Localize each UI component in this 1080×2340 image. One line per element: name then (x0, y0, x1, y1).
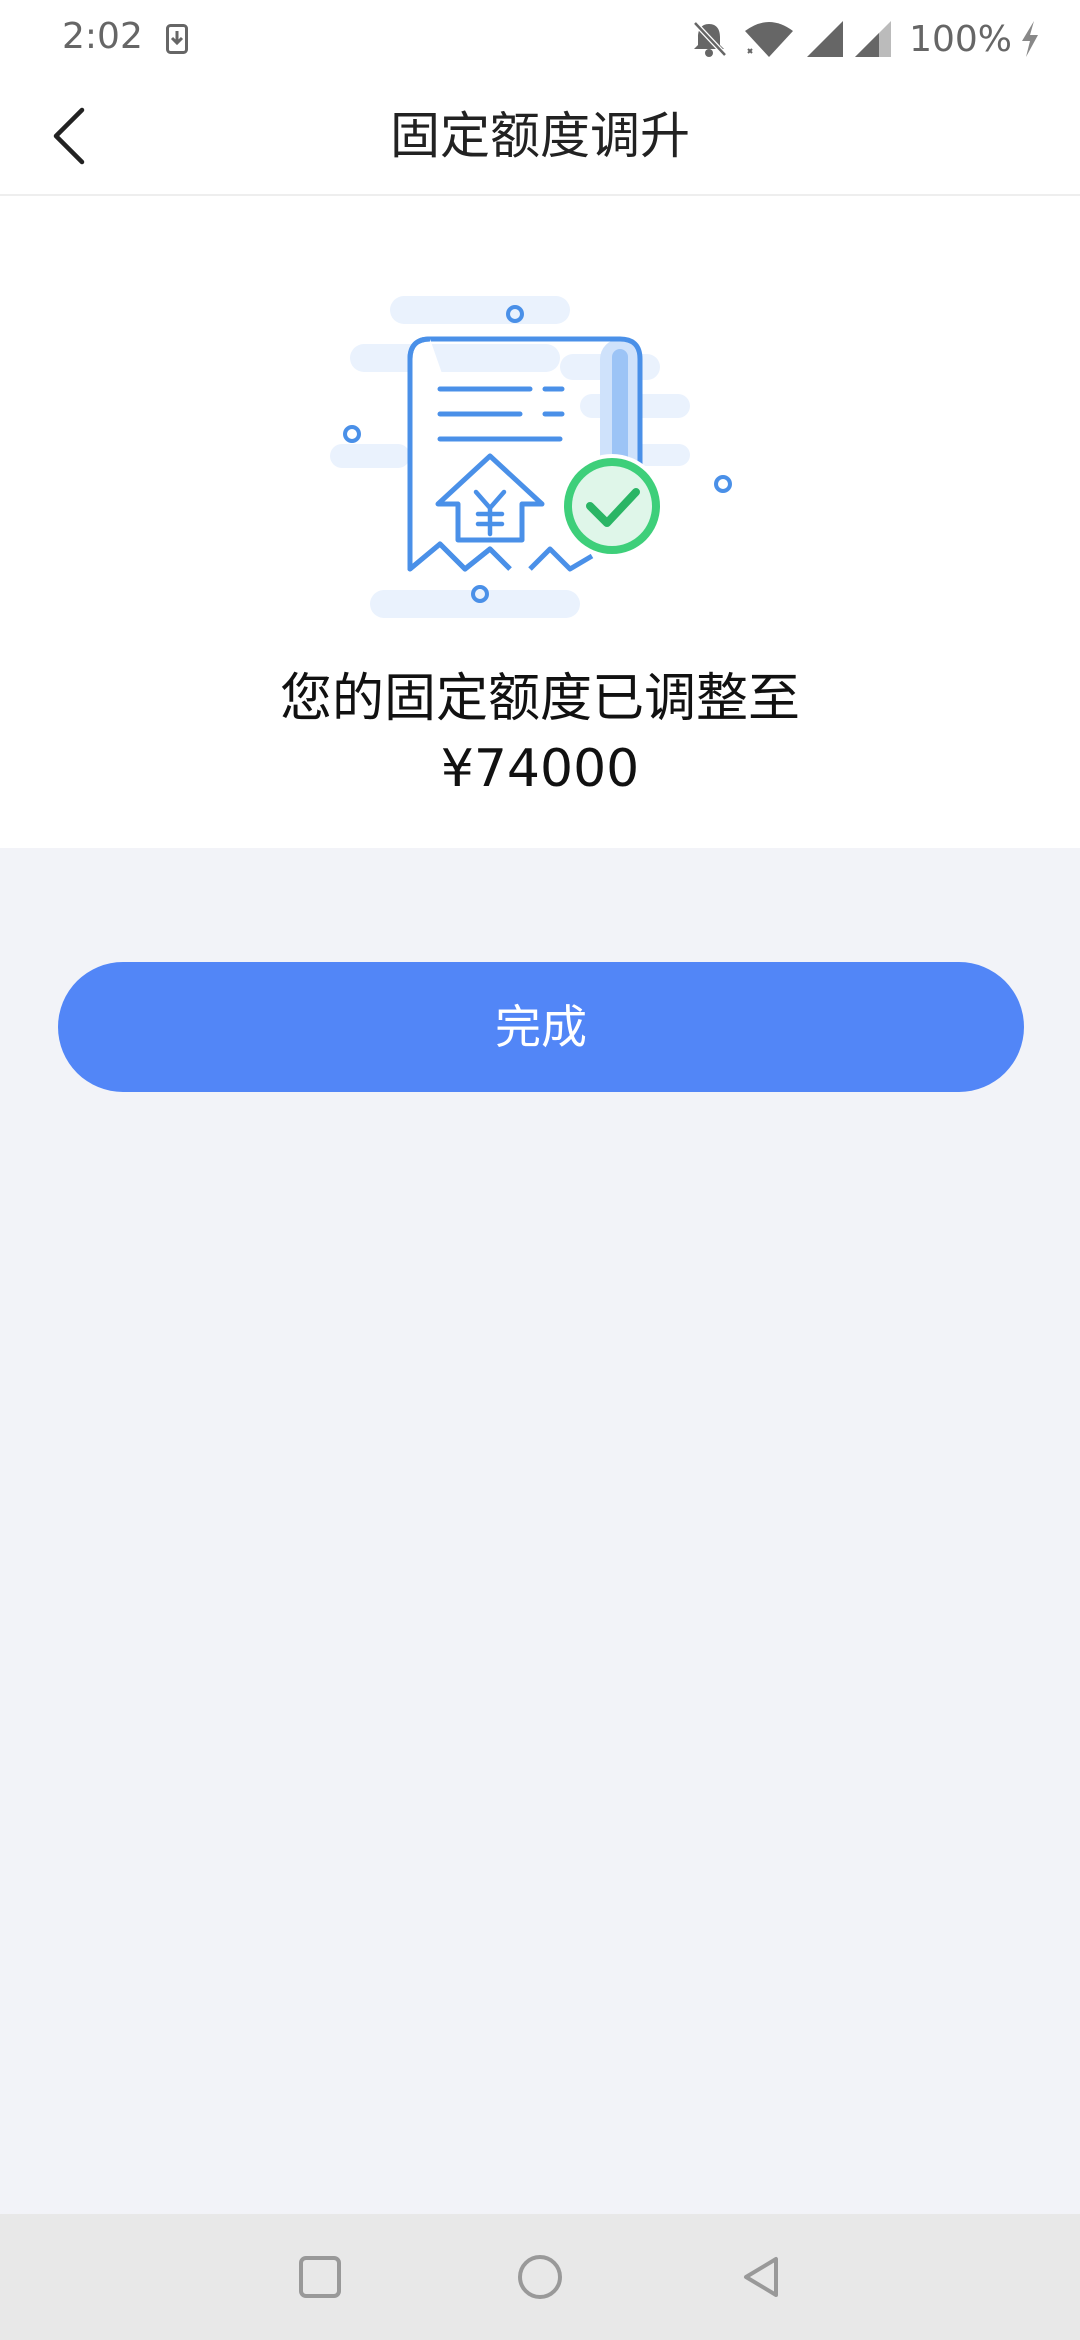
nav-bar: 固定额度调升 (0, 78, 1080, 196)
status-bar: 2:02 100% (0, 0, 1080, 78)
home-icon[interactable] (510, 2247, 570, 2307)
battery-percentage: 100% (909, 18, 1012, 60)
wifi-icon (745, 22, 794, 57)
back-triangle-icon[interactable] (732, 2247, 792, 2307)
signal-icon-2 (855, 21, 892, 57)
status-icons: 100% (689, 14, 1042, 64)
done-button[interactable]: 完成 (58, 962, 1024, 1092)
recents-icon[interactable] (290, 2247, 350, 2307)
signal-icon (807, 21, 844, 57)
system-nav-bar (0, 2214, 1080, 2340)
receipt-success-illustration (330, 296, 732, 618)
result-message: 您的固定额度已调整至 (279, 669, 800, 729)
result-amount: ¥74000 (440, 739, 640, 799)
status-time: 2:02 (62, 16, 143, 57)
download-icon (166, 24, 188, 54)
bell-off-icon (693, 21, 727, 57)
charging-icon (1022, 21, 1038, 57)
result-card: 您的固定额度已调整至 ¥74000 (0, 196, 1080, 848)
page-title: 固定额度调升 (390, 107, 690, 165)
